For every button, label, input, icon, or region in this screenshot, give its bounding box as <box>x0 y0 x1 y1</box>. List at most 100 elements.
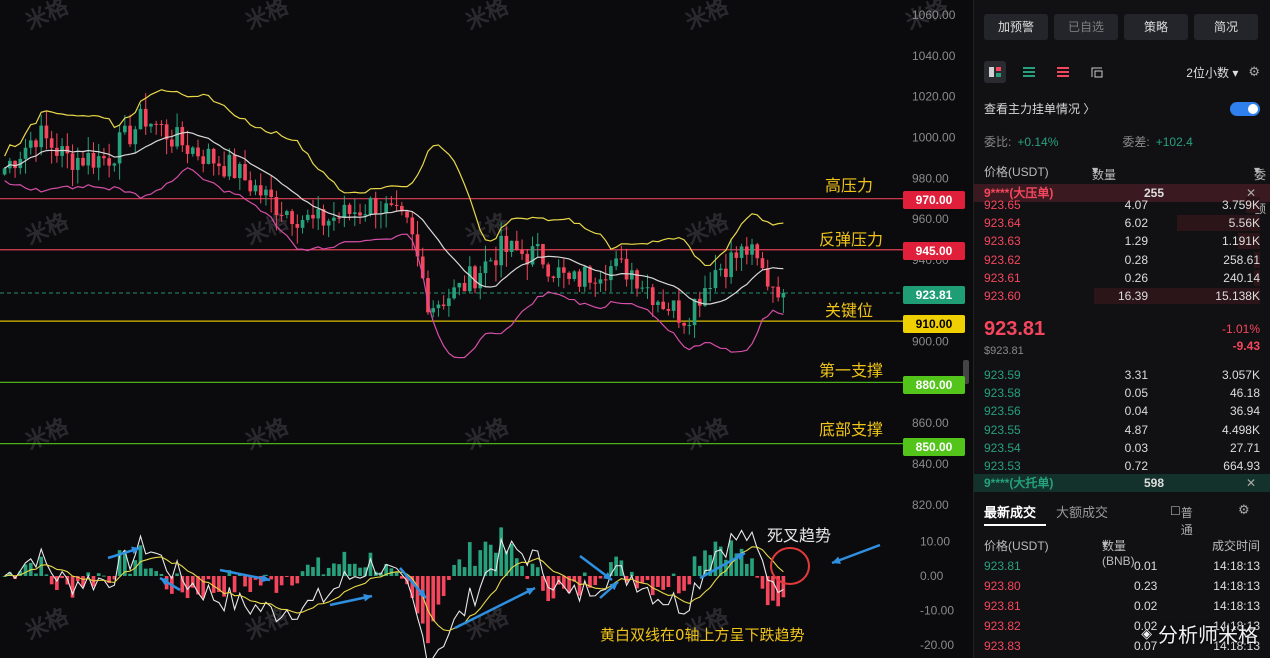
macd-bar <box>326 567 331 576</box>
candle-body <box>677 300 681 323</box>
macd-bar <box>211 576 216 593</box>
candle-body <box>96 156 101 168</box>
bid-row[interactable]: 923.56 0.04 36.94 <box>984 402 1260 420</box>
col-qty[interactable]: 数量 (BNB) ▾ <box>1092 163 1125 197</box>
main-orders-toggle[interactable] <box>1230 101 1260 116</box>
macd-bar <box>264 574 268 576</box>
chevron-right-icon: 〉 <box>1080 102 1096 116</box>
candles <box>2 93 786 338</box>
candle-body <box>70 153 75 170</box>
trade-row: 923.80 0.23 14:18:13 <box>984 579 1260 599</box>
ask-row[interactable]: 923.61 0.26 240.14 <box>984 269 1260 287</box>
strategy-button[interactable]: 策略 <box>1124 14 1188 40</box>
price-axis-tick: 1040.00 <box>912 49 956 63</box>
macd-bar <box>760 576 765 589</box>
candle-body <box>582 266 587 287</box>
candle-body <box>640 287 645 289</box>
ratio-row: 委比: +0.14% 委差: +102.4 <box>984 133 1260 150</box>
price-axis-tick: 1020.00 <box>912 90 956 104</box>
candle-body <box>117 132 122 164</box>
tab-latest-trades[interactable]: 最新成交 <box>984 502 1036 521</box>
tab-large-trades[interactable]: 大额成交 <box>1056 502 1108 521</box>
close-icon[interactable]: ✕ <box>1246 474 1256 492</box>
candle-body <box>13 160 17 169</box>
bollinger-upper-line <box>4 89 784 267</box>
macd-bar <box>311 567 315 576</box>
bid-row[interactable]: 923.58 0.05 46.18 <box>984 384 1260 402</box>
price-axis-tick: 840.00 <box>912 457 949 471</box>
main-orders-row[interactable]: 查看主力挂单情况 〉 <box>984 100 1260 117</box>
macd-bar <box>358 567 362 576</box>
candle-body <box>394 204 399 206</box>
macd-bar <box>337 564 341 576</box>
candle-body <box>624 258 629 280</box>
candle-body <box>295 224 300 228</box>
chart-area[interactable]: 米格 米格 米格 米格 米格 米格 米格 米格 米格 米格 米格 米格 米格 米格 米格 米格 米格 1060.0… <box>0 0 970 658</box>
macd-bar <box>671 573 676 576</box>
macd-bar <box>347 563 352 576</box>
macd-bar <box>682 576 686 591</box>
orderbook-depth-icon[interactable] <box>1086 61 1108 83</box>
main-orders-label: 查看主力挂单情况 <box>984 102 1081 116</box>
price-axis-tick: 860.00 <box>912 416 949 430</box>
favorited-button[interactable]: 已自选 <box>1054 14 1118 40</box>
bid-price: 923.53 <box>984 459 1021 473</box>
ask-total: 240.14 <box>1223 270 1260 285</box>
candle-body <box>671 300 676 311</box>
orderbook-bids-icon[interactable] <box>1018 61 1040 83</box>
orderbook-asks-icon[interactable] <box>1052 61 1074 83</box>
macd-bar <box>232 576 237 593</box>
bid-row[interactable]: 923.59 3.31 3.057K <box>984 366 1260 384</box>
decimal-select[interactable]: 2位小数 ▾ <box>1186 64 1238 81</box>
candle-body <box>708 288 713 290</box>
ask-total: 3.759K <box>1221 198 1260 212</box>
macd-bar <box>687 576 692 585</box>
candle-body <box>603 279 608 281</box>
macd-bar <box>279 576 284 586</box>
trade-time: 14:18:13 <box>1213 559 1260 573</box>
bid-row[interactable]: 923.53 0.72 664.93 <box>984 457 1260 475</box>
macd-bar <box>441 576 446 597</box>
settings-icon[interactable]: ⚙ <box>1248 64 1260 80</box>
trade-qty: 0.01 <box>1134 559 1158 573</box>
bid-row[interactable]: 923.54 0.03 27.71 <box>984 439 1260 457</box>
trades-col-qty[interactable]: 数量(BNB) ▾ <box>1102 537 1135 568</box>
macd-bar <box>598 576 603 579</box>
orderbook-both-icon[interactable] <box>984 61 1006 83</box>
ratio-value: +0.14% <box>1017 134 1059 149</box>
candle-body <box>457 282 462 288</box>
price-chart[interactable]: 米格 米格 米格 米格 米格米格 米格 米格 米格米格 米格 米格 米格米格 米格 米格 米格1060.0… <box>0 0 970 658</box>
ask-row[interactable]: 923.64 6.02 5.56K <box>984 214 1260 232</box>
ask-row[interactable]: 923.65 4.07 3.759K <box>984 196 1260 214</box>
settings-icon[interactable]: ⚙ <box>1238 502 1250 518</box>
candle-body <box>750 244 754 255</box>
candle-body <box>713 270 718 289</box>
ask-row[interactable]: 923.62 0.28 258.61 <box>984 251 1260 269</box>
ask-row[interactable]: 923.60 16.39 15.138K <box>984 287 1260 305</box>
ask-total: 1.191K <box>1221 234 1260 249</box>
trade-price: 923.83 <box>984 639 1021 653</box>
macd-bar <box>577 576 582 596</box>
add-alert-button[interactable]: 加预警 <box>984 14 1048 40</box>
annotation-bottom-support: 底部支撑 <box>819 420 884 439</box>
candle-body <box>358 212 362 216</box>
macd-bar <box>729 540 733 576</box>
annotation-key-level: 关键位 <box>825 301 874 320</box>
bid-wall-banner[interactable]: 9****(大托单) 598 ✕ <box>974 474 1270 492</box>
candle-body <box>363 214 368 216</box>
candle-body <box>755 244 760 259</box>
macd-bar <box>467 542 472 576</box>
candle-body <box>724 268 728 278</box>
ask-row[interactable]: 923.63 1.29 1.191K <box>984 232 1260 250</box>
candle-body <box>122 125 127 133</box>
overview-button[interactable]: 简况 <box>1194 14 1258 40</box>
bid-row[interactable]: 923.55 4.87 4.498K <box>984 421 1260 439</box>
candle-body <box>551 276 556 278</box>
watermark-text: 米格 <box>242 0 294 35</box>
macd-bar <box>473 565 477 576</box>
trade-row: 923.81 0.02 14:18:13 <box>984 599 1260 619</box>
col-total[interactable]: 委托额 ▾ <box>1254 163 1266 216</box>
normal-checkbox[interactable]: ☐ 普通 <box>1170 504 1193 537</box>
candle-body <box>311 214 315 219</box>
bid-total: 46.18 <box>1229 386 1260 401</box>
